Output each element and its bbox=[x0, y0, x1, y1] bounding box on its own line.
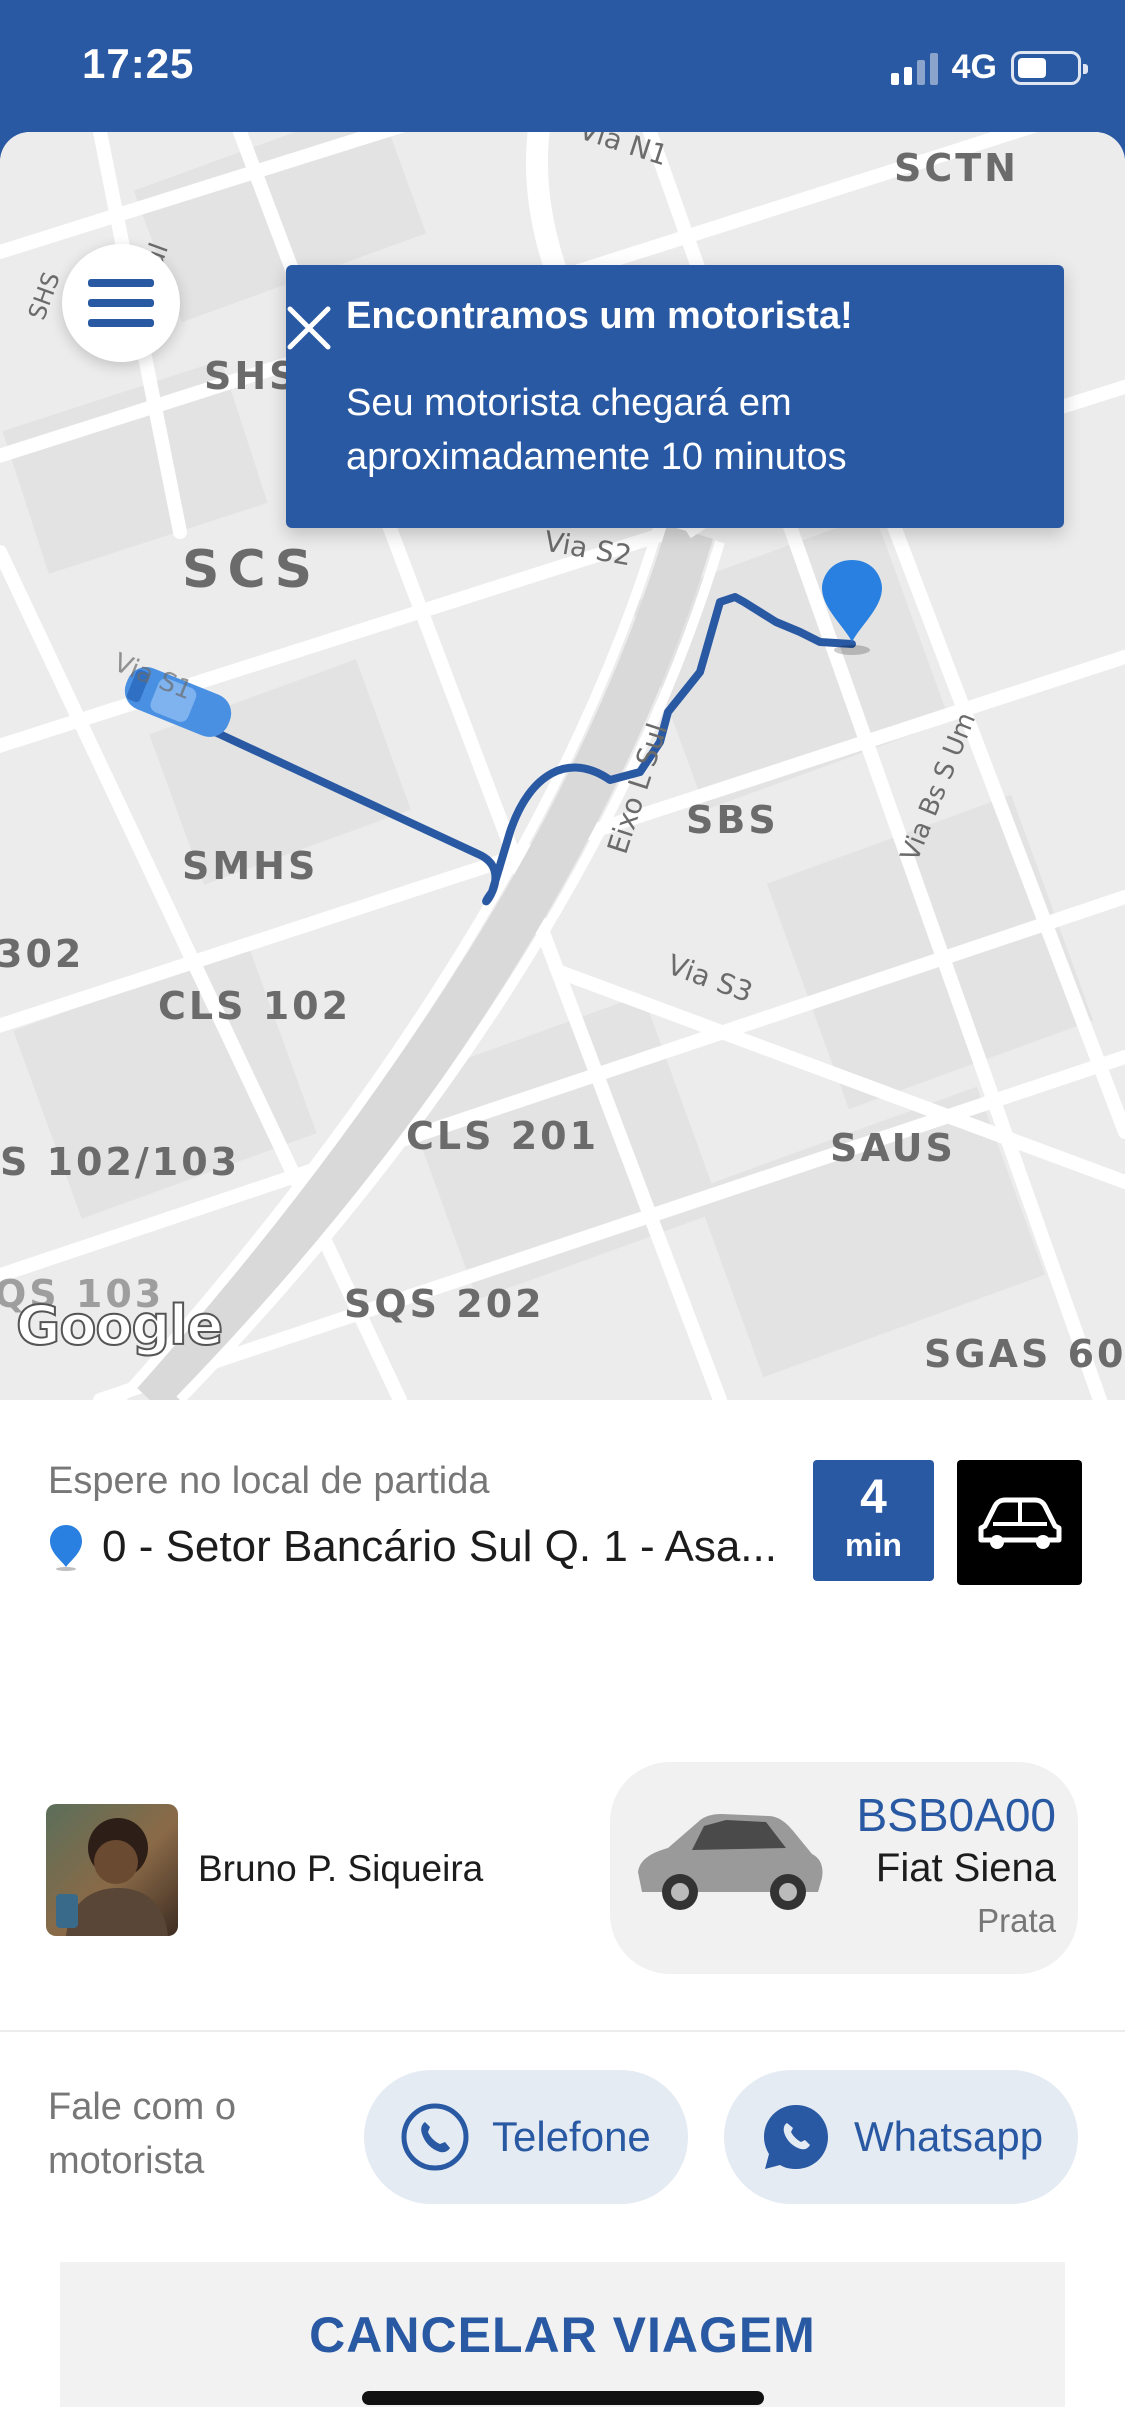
vehicle-card: BSB0A00 Fiat Siena Prata bbox=[610, 1762, 1078, 1974]
eta-unit: min bbox=[845, 1527, 902, 1563]
status-icons: 4G bbox=[890, 48, 1088, 87]
pickup-address: 0 - Setor Bancário Sul Q. 1 - Asa... bbox=[48, 1522, 802, 1572]
map-label: S 102/103 bbox=[0, 1140, 241, 1184]
whatsapp-icon bbox=[764, 2105, 828, 2169]
google-attribution: Google bbox=[15, 1293, 224, 1358]
map-label: SGAS 60 bbox=[924, 1332, 1125, 1376]
cancel-trip-label: CANCELAR VIAGEM bbox=[309, 2306, 816, 2363]
vehicle-plate: BSB0A00 bbox=[856, 1789, 1056, 1841]
status-bar: 17:25 4G bbox=[0, 0, 1125, 132]
map-label: SCTN bbox=[894, 146, 1019, 190]
map-label: CLS 201 bbox=[406, 1114, 600, 1158]
eta-value: 4 bbox=[860, 1471, 887, 1524]
vehicle-model: Fiat Siena bbox=[875, 1846, 1056, 1890]
taxi-button[interactable] bbox=[957, 1460, 1082, 1585]
taxi-icon bbox=[978, 1497, 1061, 1549]
driver-found-notification: Encontramos um motorista! Seu motorista … bbox=[286, 265, 1064, 528]
map-label: 302 bbox=[0, 932, 85, 976]
contact-label: Fale com o motorista bbox=[48, 2086, 236, 2182]
phone-button[interactable]: Telefone bbox=[364, 2070, 688, 2204]
vehicle-color: Prata bbox=[977, 1902, 1056, 1939]
map-view[interactable]: SCTN SHS SCS SBS SMHS CLS 102 302 S 102/… bbox=[0, 132, 1125, 1400]
phone-icon bbox=[401, 2103, 469, 2171]
whatsapp-button[interactable]: Whatsapp bbox=[724, 2070, 1078, 2204]
signal-icon bbox=[890, 51, 938, 85]
wait-label: Espere no local de partida bbox=[48, 1460, 490, 1502]
map-label: SMHS bbox=[182, 844, 319, 888]
notification-message: Seu motorista chegará em aproximadamente… bbox=[346, 382, 847, 478]
car-image-icon bbox=[638, 1814, 823, 1910]
map-label: CLS 102 bbox=[158, 984, 352, 1028]
whatsapp-label: Whatsapp bbox=[854, 2113, 1044, 2160]
home-indicator[interactable] bbox=[362, 2391, 764, 2405]
battery-icon bbox=[1011, 50, 1088, 85]
address-text: 0 - Setor Bancário Sul Q. 1 - Asa... bbox=[102, 1522, 777, 1571]
map-label: SQS 202 bbox=[344, 1282, 545, 1326]
eta-badge: 4 min bbox=[813, 1460, 934, 1581]
divider bbox=[0, 2030, 1125, 2032]
driver-name: Bruno P. Siqueira bbox=[198, 1848, 484, 1889]
notification-title: Encontramos um motorista! bbox=[346, 295, 853, 337]
main-sheet: SCTN SHS SCS SBS SMHS CLS 102 302 S 102/… bbox=[0, 132, 1125, 2436]
cancel-trip-button[interactable]: CANCELAR VIAGEM bbox=[60, 2262, 1065, 2407]
driver-avatar bbox=[46, 1804, 178, 1936]
hamburger-icon bbox=[88, 279, 154, 287]
phone-label: Telefone bbox=[492, 2113, 651, 2160]
network-type: 4G bbox=[951, 48, 997, 86]
location-pin-icon bbox=[50, 1525, 82, 1571]
map-label: SCS bbox=[182, 540, 321, 600]
close-icon[interactable] bbox=[286, 305, 332, 351]
map-label: SAUS bbox=[830, 1126, 956, 1170]
menu-button[interactable] bbox=[62, 244, 180, 362]
map-label: SBS bbox=[686, 798, 779, 842]
status-time: 17:25 bbox=[82, 40, 195, 87]
